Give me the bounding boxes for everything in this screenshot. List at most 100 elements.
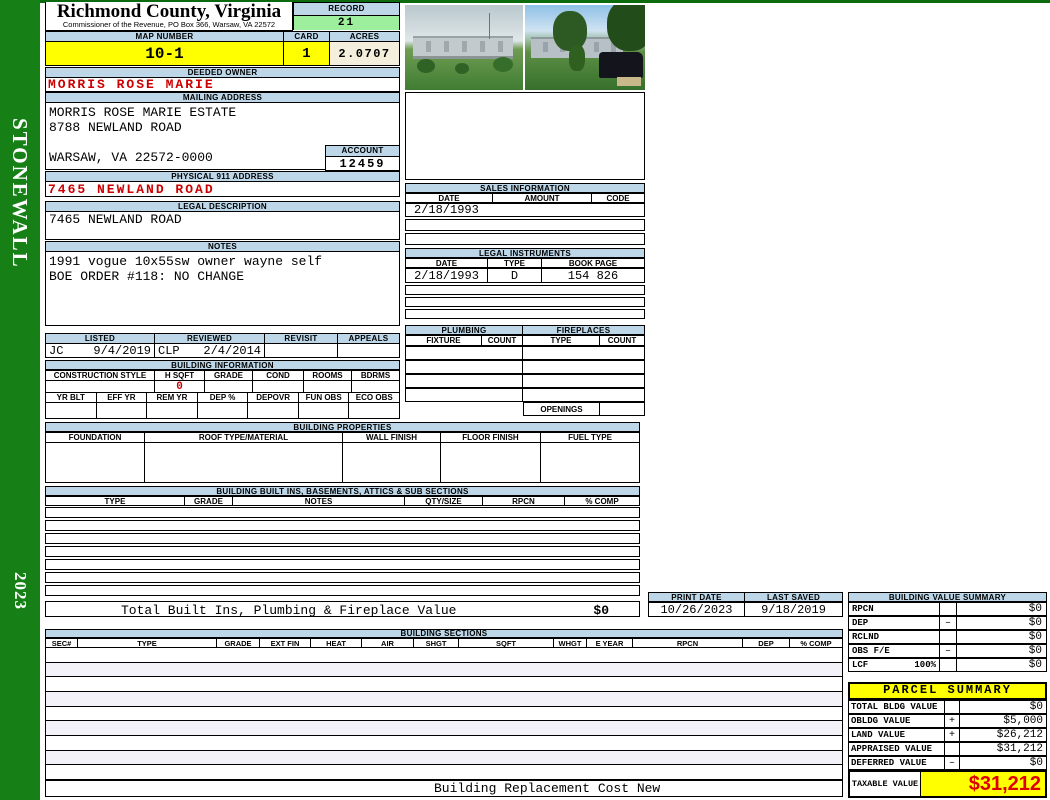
bvs-value: $0 (957, 602, 1047, 616)
blank-cell (405, 346, 523, 360)
sales-date-label: DATE (405, 193, 493, 203)
bvs-value: $0 (957, 616, 1047, 630)
blank-cell (523, 374, 645, 388)
county-title: Richmond County, Virginia (56, 1, 282, 22)
parcel-label: OBLDG VALUE (848, 714, 945, 728)
parcel-op (945, 700, 960, 714)
plumbing-title: PLUMBING (405, 325, 523, 335)
district-label: STONEWALL (8, 118, 32, 269)
bvs-value: $0 (957, 630, 1047, 644)
photo2-tree (553, 11, 587, 51)
bvs-op (940, 602, 957, 616)
account-label: ACCOUNT (326, 146, 399, 157)
parcel-op: + (945, 728, 960, 742)
last-saved-label: LAST SAVED (745, 592, 843, 602)
county-title-block: Richmond County, Virginia Commissioner o… (45, 2, 293, 31)
print-value-row: 10/26/2023 9/18/2019 (648, 602, 843, 617)
sales-title: SALES INFORMATION (405, 183, 645, 193)
blank-cell (147, 402, 198, 419)
plumbing-row (405, 360, 645, 374)
acres-value: 2.0707 (330, 41, 400, 66)
blank-row (405, 219, 645, 231)
photo1-bush (417, 59, 435, 73)
bi-grade-label: GRADE (185, 496, 233, 506)
notes-line-2: BOE ORDER #118: NO CHANGE (49, 269, 245, 284)
plumbing-row (405, 346, 645, 360)
blank-row (45, 533, 640, 544)
blank-cell (298, 402, 350, 419)
account-box: ACCOUNT 12459 (325, 145, 400, 171)
fixture-count-label: COUNT (482, 335, 523, 346)
bvs-label: LCF 100% (848, 658, 940, 672)
print-date-label: PRINT DATE (648, 592, 745, 602)
bvs-op (940, 630, 957, 644)
parcel-op: + (945, 714, 960, 728)
instr-bookpage-label: BOOK PAGE (542, 258, 645, 268)
built-ins-total-value: $0 (593, 603, 609, 618)
instr-bookpage-value: 154 826 (542, 268, 645, 283)
reviewed-by: CLP (158, 343, 180, 358)
openings-row: OPENINGS (523, 402, 645, 416)
parcel-value: $0 (960, 700, 1047, 714)
property-photo-2 (525, 5, 645, 90)
blank-row (45, 662, 843, 678)
property-photo-1 (405, 5, 523, 90)
print-date-value: 10/26/2023 (648, 602, 745, 617)
parcel-summary-title: PARCEL SUMMARY (848, 682, 1047, 700)
bvs-row: RCLND $0 (848, 630, 1047, 644)
bvs-row: DEP – $0 (848, 616, 1047, 630)
bvs-label-text: RPCN (852, 604, 874, 614)
parcel-value: $5,000 (960, 714, 1047, 728)
building-info-value-row-2 (45, 402, 401, 419)
built-ins-total-label: Total Built Ins, Plumbing & Fireplace Va… (121, 603, 457, 618)
blank-cell (405, 374, 523, 388)
parcel-row: LAND VALUE + $26,212 (848, 728, 1047, 742)
building-sections-rows (45, 648, 843, 781)
blank-row (45, 765, 843, 781)
bvs-label: DEP (848, 616, 940, 630)
last-saved-value: 9/18/2019 (745, 602, 843, 617)
bs-type-label: TYPE (78, 638, 217, 648)
blank-row (45, 677, 843, 693)
blank-cell (96, 402, 148, 419)
tax-year-label: 2023 (11, 572, 30, 610)
instr-date-value: 2/18/1993 (405, 268, 488, 283)
map-number-value: 10-1 (45, 41, 284, 66)
bs-air-label: AIR (362, 638, 414, 648)
blank-row (405, 309, 645, 319)
blank-row (45, 736, 843, 751)
parcel-op (945, 742, 960, 756)
blank-row (45, 585, 640, 596)
bs-eyear-label: E YEAR (587, 638, 633, 648)
floor-finish-value (441, 442, 541, 483)
fireplaces-title: FIREPLACES (523, 325, 645, 335)
parcel-label: TOTAL BLDG VALUE (848, 700, 945, 714)
bvs-label: RCLND (848, 630, 940, 644)
parcel-value: $0 (960, 756, 1047, 770)
blank-cell (349, 402, 401, 419)
reviewed-date: 2/4/2014 (203, 343, 261, 358)
photo1-windows (413, 41, 513, 52)
plumbing-fireplaces-title-row: PLUMBING FIREPLACES (405, 325, 645, 335)
parcel-row: TOTAL BLDG VALUE $0 (848, 700, 1047, 714)
listed-date: 9/4/2019 (93, 343, 151, 358)
foundation-value (45, 442, 145, 483)
blank-row (45, 520, 640, 531)
notes-box: 1991 vogue 10x55sw owner wayne self BOE … (45, 251, 400, 326)
blank-row (45, 721, 843, 737)
deeded-owner-value: MORRIS ROSE MARIE (45, 77, 400, 92)
parcel-label: DEFERRED VALUE (848, 756, 945, 770)
notes-line-1: 1991 vogue 10x55sw owner wayne self (49, 254, 323, 269)
parcel-value: $31,212 (960, 742, 1047, 756)
bi-qty-label: QTY/SIZE (405, 496, 483, 506)
blank-cell (197, 402, 249, 419)
sales-row-1: 2/18/1993 (405, 203, 645, 217)
physical-address-value: 7465 NEWLAND ROAD (45, 181, 400, 197)
photo2-truck (599, 52, 643, 78)
map-card-acres-value-row: 10-1 1 2.0707 (45, 41, 400, 66)
print-header-row: PRINT DATE LAST SAVED (648, 592, 843, 602)
sales-code-label: CODE (592, 193, 645, 203)
instruments-header-row: DATE TYPE BOOK PAGE (405, 258, 645, 268)
parcel-row: APPRAISED VALUE $31,212 (848, 742, 1047, 756)
instr-type-label: TYPE (488, 258, 542, 268)
